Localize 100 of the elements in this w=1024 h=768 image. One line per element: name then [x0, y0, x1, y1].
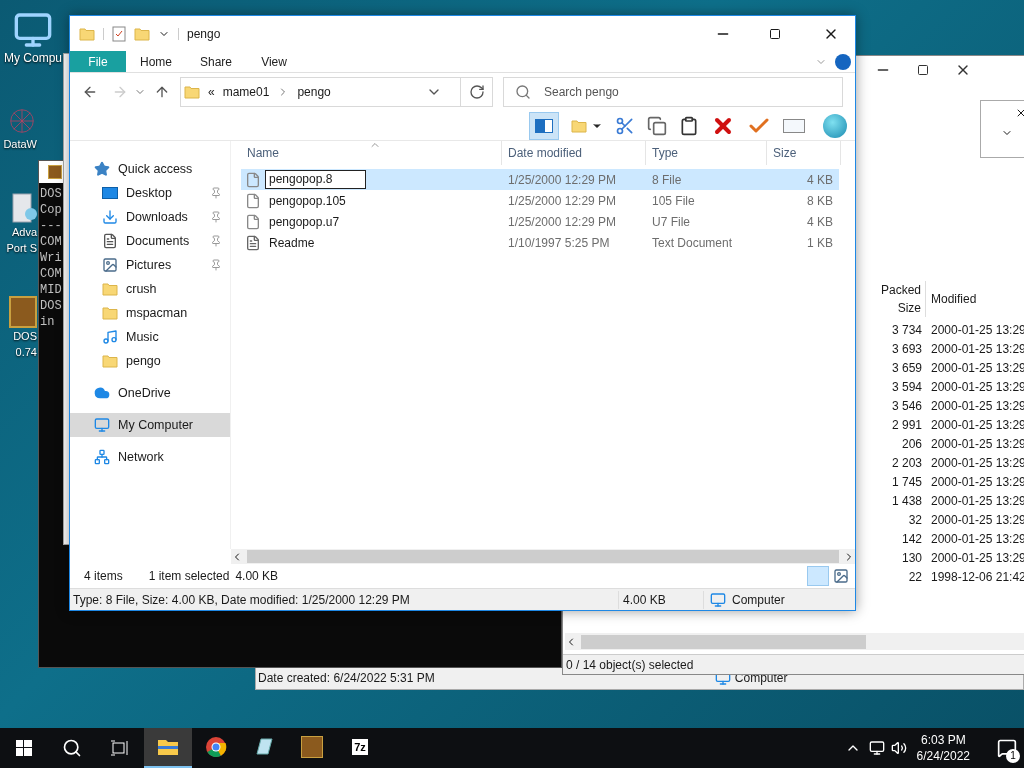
table-cell-text: 3 693 — [890, 340, 923, 358]
console-text: Wri — [40, 250, 62, 266]
console-text: Cop — [40, 202, 62, 218]
nav-item[interactable]: My Computer — [70, 413, 230, 437]
table-cell-text: 32 — [907, 511, 923, 529]
console-text: COM — [40, 234, 62, 250]
pin-icon[interactable] — [210, 211, 222, 223]
taskbar-app[interactable]: 7z — [336, 728, 384, 768]
table-cell-text: 105 File — [651, 192, 696, 210]
nav-item[interactable]: crush — [70, 277, 230, 301]
nav-item[interactable]: Documents — [70, 229, 230, 253]
nav-item[interactable]: Desktop — [70, 181, 230, 205]
envelope-icon[interactable] — [783, 118, 805, 133]
nav-item[interactable]: Network — [70, 445, 230, 469]
dosbox-icon — [301, 736, 323, 758]
folder-icon — [157, 738, 179, 756]
table-cell-text: 3 594 — [890, 378, 923, 396]
column-header[interactable]: Size — [767, 141, 841, 165]
windows-icon — [16, 740, 32, 756]
globe-icon[interactable] — [823, 113, 847, 138]
paste-icon[interactable] — [679, 115, 699, 136]
nav-item[interactable]: OneDrive — [70, 381, 230, 405]
breadcrumb-item[interactable]: pengo — [297, 83, 331, 101]
nav-item[interactable]: Quick access — [70, 157, 230, 181]
address-bar[interactable]: « mame01 pengo — [180, 77, 493, 107]
ribbon-tab[interactable]: View — [246, 51, 303, 72]
search-field[interactable]: Search pengo — [503, 77, 843, 107]
taskbar-app[interactable] — [144, 728, 192, 768]
pin-icon[interactable] — [210, 187, 222, 199]
network-status-icon[interactable] — [868, 740, 885, 756]
preview-pane-icon[interactable] — [529, 111, 559, 140]
column-header[interactable]: Date modified — [502, 141, 646, 165]
desktop-icon-label[interactable]: Adva Port S — [6, 224, 37, 256]
column-header[interactable]: Name — [241, 141, 502, 165]
clock[interactable]: 6:03 PM 6/24/2022 — [916, 732, 970, 764]
download-icon — [102, 209, 118, 225]
folder-icon — [79, 25, 95, 42]
desktop-icon-label[interactable]: DOS 0.74 — [13, 328, 37, 360]
rename-field[interactable]: pengopop.8 — [265, 170, 366, 189]
pin-icon[interactable] — [210, 259, 222, 271]
horizontal-scrollbar[interactable] — [231, 549, 855, 564]
computer-icon — [94, 417, 110, 433]
table-cell-text: 1 438 — [890, 492, 923, 510]
breadcrumb-item[interactable]: mame01 — [222, 83, 270, 101]
file-row[interactable]: pengopop.105 1/25/2000 12:29 PM 105 File 8 KB — [241, 190, 839, 211]
table-cell-text: 3 546 — [890, 397, 923, 415]
server-icon[interactable] — [9, 192, 37, 224]
column-header[interactable]: Modified — [926, 290, 1024, 308]
horizontal-scrollbar[interactable] — [565, 633, 1024, 650]
ribbon-tab[interactable]: Share — [186, 51, 247, 72]
close-icon[interactable] — [1015, 107, 1024, 119]
thumbnail-view-icon[interactable] — [833, 568, 849, 584]
table-cell-text: 4 KB — [806, 213, 834, 231]
location-text: Computer — [732, 591, 785, 609]
table-cell-text: 206 — [900, 435, 923, 453]
network-icon — [94, 449, 110, 465]
breadcrumb-item[interactable]: « — [208, 83, 215, 101]
pictures-icon — [102, 257, 118, 273]
console-text: in — [40, 314, 55, 330]
column-header[interactable]: Type — [646, 141, 767, 165]
pin-icon[interactable] — [210, 235, 222, 247]
file-icon — [245, 192, 261, 209]
file-row[interactable]: pengopop.u7 1/25/2000 12:29 PM U7 File 4 KB — [241, 211, 839, 232]
nav-item[interactable]: pengo — [70, 349, 230, 373]
help-icon[interactable] — [835, 53, 851, 70]
copy-icon[interactable] — [647, 115, 667, 136]
volume-icon[interactable] — [890, 740, 907, 756]
date-created-text: Date created: 6/24/2022 5:31 PM — [258, 670, 435, 687]
nav-item[interactable]: Pictures — [70, 253, 230, 277]
new-folder-icon — [134, 25, 150, 42]
properties-icon[interactable] — [112, 25, 126, 42]
back-icon[interactable] — [82, 84, 98, 100]
nav-item[interactable]: Music — [70, 325, 230, 349]
table-cell-text: 3 659 — [890, 359, 923, 377]
notepad-icon — [253, 736, 275, 758]
refresh-icon[interactable] — [468, 84, 485, 100]
task-view-icon[interactable] — [111, 740, 129, 756]
table-cell-text: 130 — [900, 549, 923, 567]
folder-icon — [184, 84, 200, 100]
music-icon — [102, 329, 118, 345]
table-cell-text: 142 — [900, 530, 923, 548]
ribbon-tab[interactable]: Home — [126, 51, 186, 72]
file-row[interactable]: Readme 1/10/1997 5:25 PM Text Document 1 KB — [241, 232, 839, 253]
maximize-icon[interactable] — [917, 64, 929, 76]
star-icon — [94, 161, 110, 177]
search-icon[interactable] — [62, 738, 82, 758]
browser-icon — [205, 736, 227, 758]
file-row[interactable]: pengopop.8 1/25/2000 12:29 PM 8 File 4 KB — [241, 169, 839, 190]
desktop-icon-label[interactable]: My Compu — [4, 50, 62, 66]
computer-icon[interactable] — [13, 10, 53, 50]
console-text: MID — [40, 282, 62, 298]
up-icon[interactable] — [154, 84, 170, 100]
archive-app-icon: 7z — [352, 739, 368, 755]
nav-item[interactable]: Downloads — [70, 205, 230, 229]
nav-item[interactable]: mspacman — [70, 301, 230, 325]
desktop-icon-label[interactable]: DataW — [3, 136, 37, 152]
notifications-icon[interactable] — [997, 738, 1017, 758]
cut-icon[interactable] — [615, 115, 635, 136]
maximize-icon[interactable] — [769, 27, 781, 40]
table-cell-text: 1/25/2000 12:29 PM — [507, 171, 618, 189]
